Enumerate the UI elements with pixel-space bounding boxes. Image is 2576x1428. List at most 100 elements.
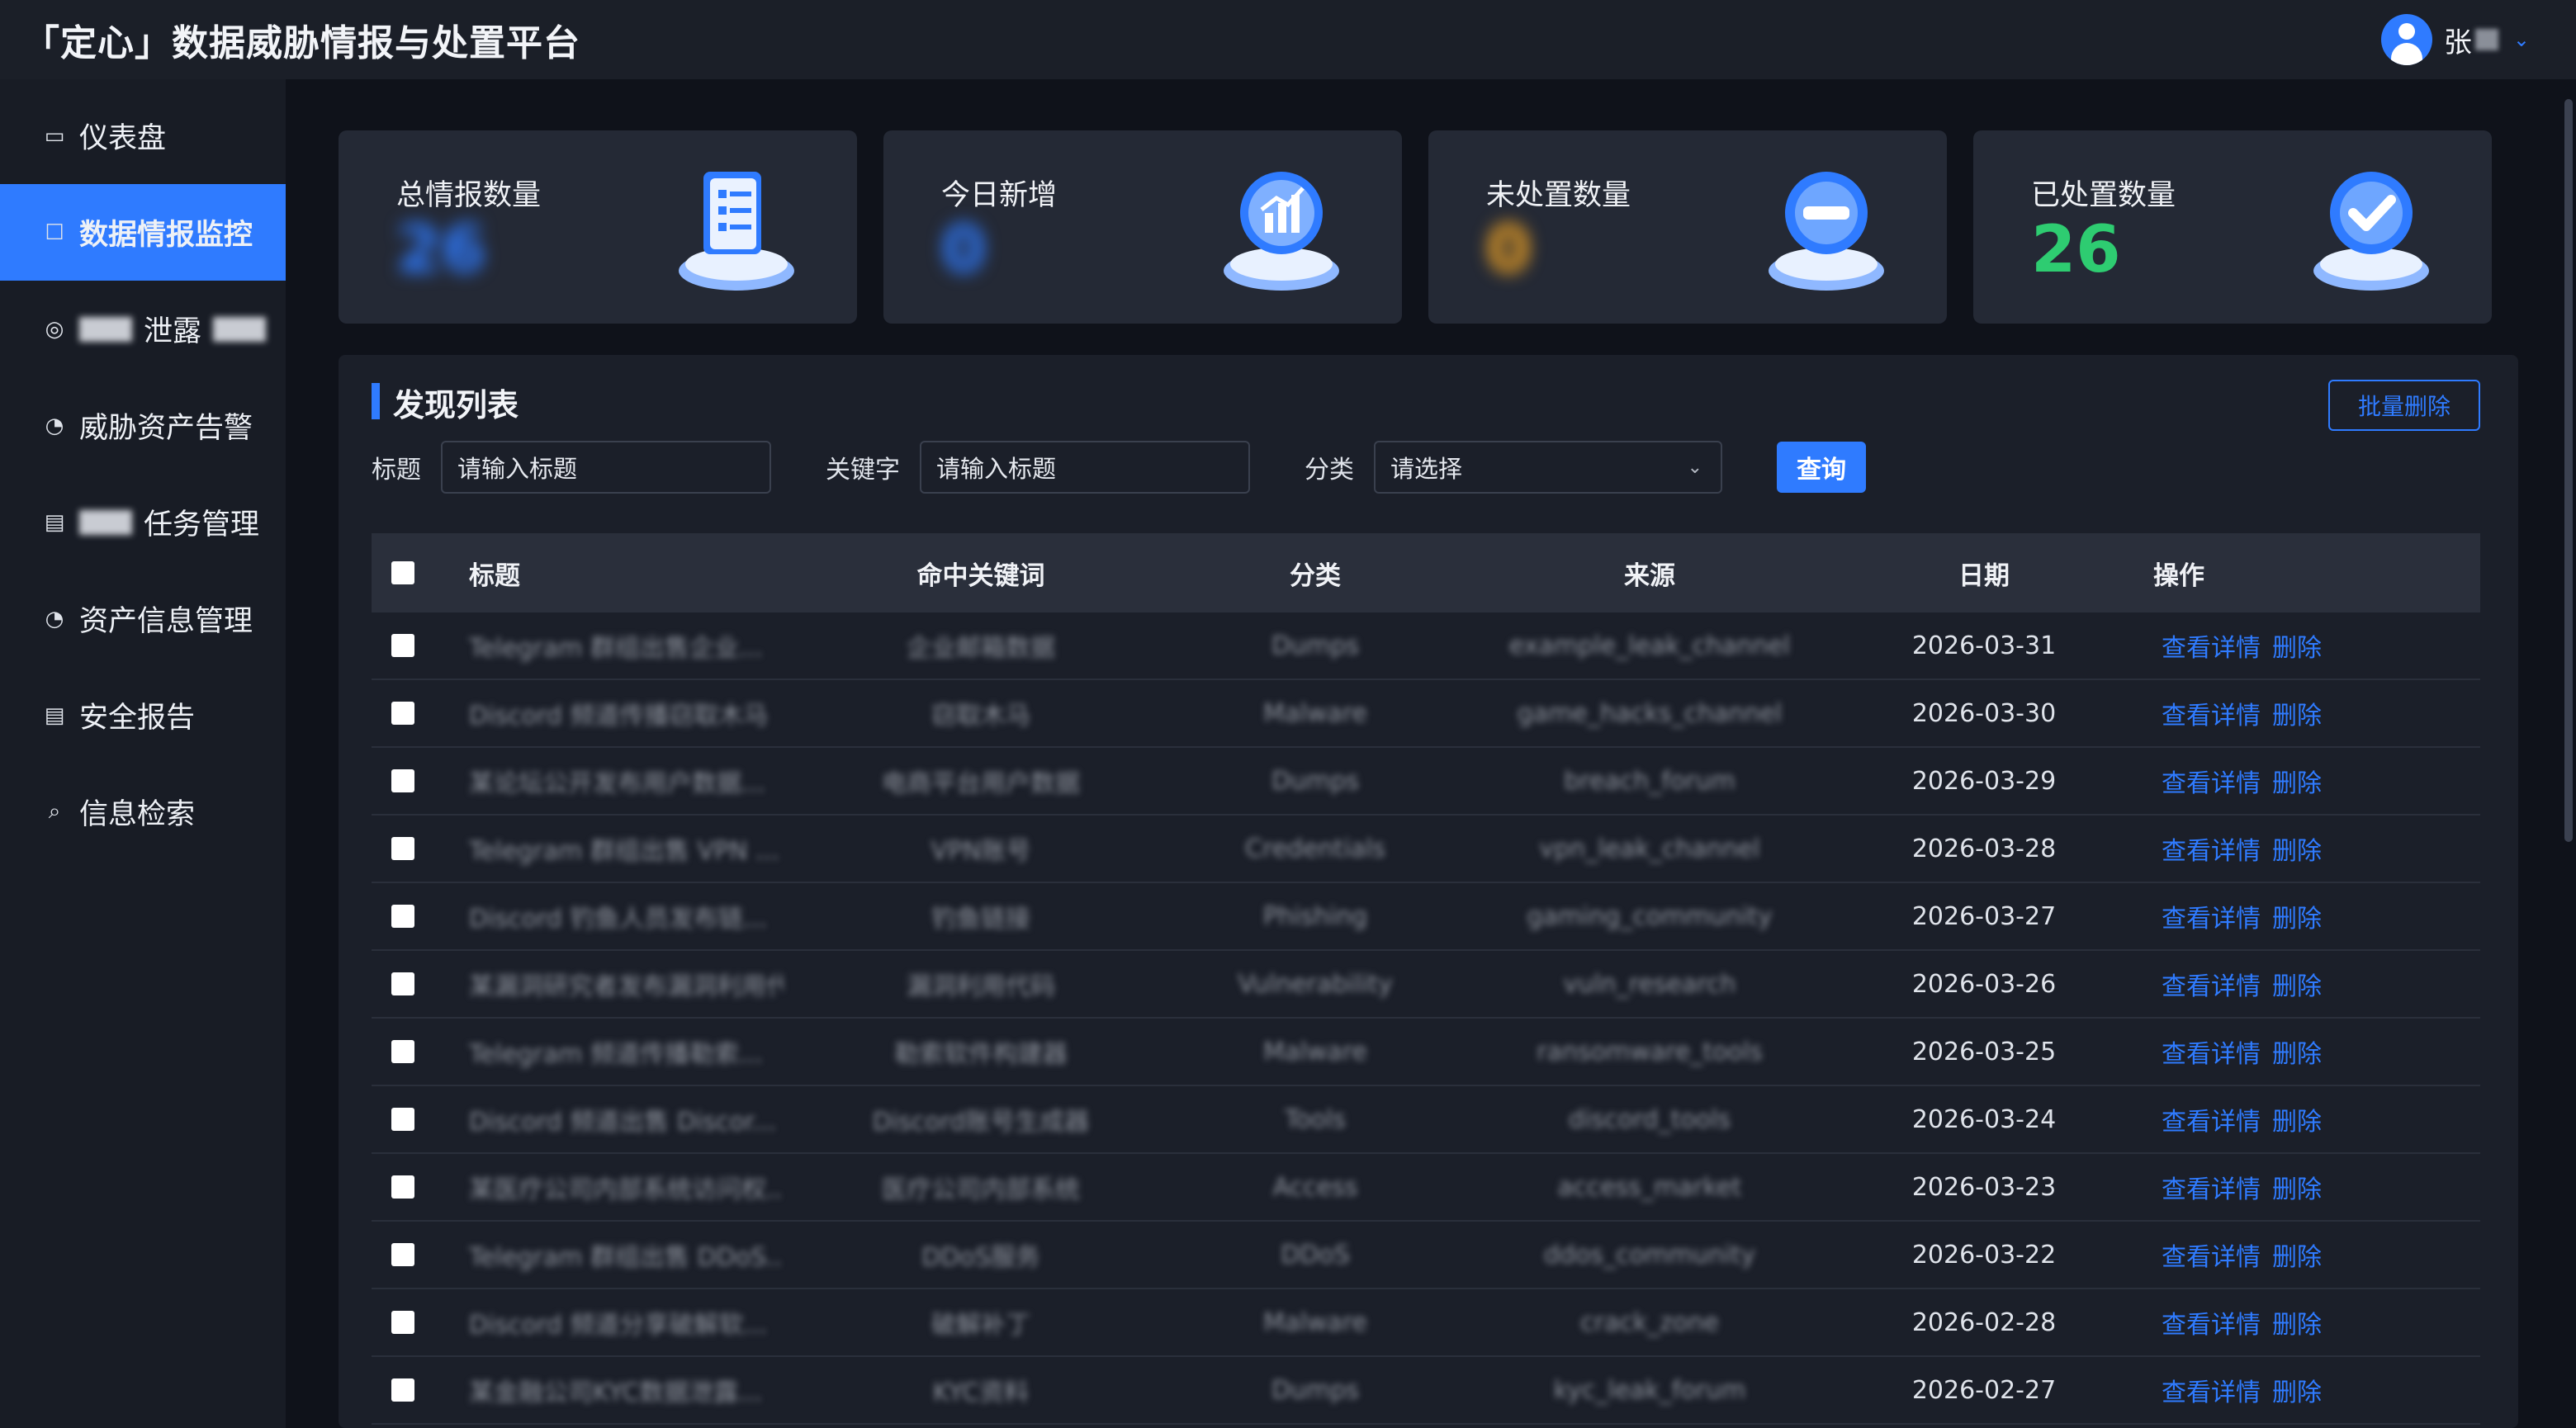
table-row: 某漏洞研究者发布漏洞利用代码 漏洞利用代码 Vulnerability vuln_re…: [372, 951, 2480, 1019]
view-details-link[interactable]: 查看详情: [2162, 837, 2261, 866]
view-details-link[interactable]: 查看详情: [2162, 1243, 2261, 1272]
sidebar-item-asset-info[interactable]: ◔ 资产信息管理: [0, 570, 286, 667]
filter-bar: 标题 请输入标题 关键字 请输入标题 分类 请选择 ⌄ 查询: [372, 441, 1866, 494]
user-avatar-icon[interactable]: [2380, 14, 2432, 65]
column-header-category: 分类: [1290, 560, 1341, 591]
view-details-link[interactable]: 查看详情: [2162, 769, 2261, 798]
table-row: Telegram 群组出售 VPN ... VPN账号 Credentials vpn…: [372, 816, 2480, 883]
view-details-link[interactable]: 查看详情: [2162, 1175, 2261, 1204]
row-check-cell: [372, 972, 469, 995]
view-details-link[interactable]: 查看详情: [2162, 1311, 2261, 1340]
row-actions: 查看详情 删除: [2120, 1304, 2434, 1341]
select-all-checkbox[interactable]: [391, 561, 414, 584]
view-details-link[interactable]: 查看详情: [2162, 1108, 2261, 1137]
stat-value: 0: [1486, 213, 1532, 287]
chart-icon: [1224, 172, 1339, 291]
row-date: 2026-02-27: [1911, 1375, 2057, 1405]
row-checkbox[interactable]: [391, 1040, 414, 1063]
delete-link[interactable]: 删除: [2272, 837, 2322, 866]
row-source: access_market: [1557, 1172, 1742, 1202]
row-check-cell: [372, 1108, 469, 1131]
sidebar: ▭ 仪表盘 ☐ 数据情报监控 ◎ 泄露 ◔ 威胁资产告警 ▤ 任务管理 ◔ 资产…: [0, 79, 286, 1428]
row-checkbox[interactable]: [391, 1175, 414, 1199]
row-title: Telegram 群组出售企业...: [469, 634, 763, 663]
row-source: example_leak_channel: [1508, 631, 1791, 660]
top-header: 「定心」数据威胁情报与处置平台 张 ⌄: [0, 0, 2576, 79]
delete-link[interactable]: 删除: [2272, 972, 2322, 1001]
row-checkbox[interactable]: [391, 1108, 414, 1131]
table-body: Telegram 群组出售企业... 企业邮箱数据 Dumps example_lea…: [372, 612, 2480, 1425]
view-details-link[interactable]: 查看详情: [2162, 1040, 2261, 1069]
row-keyword: KYC资料: [932, 1378, 1030, 1407]
view-details-link[interactable]: 查看详情: [2162, 634, 2261, 663]
sidebar-item-threat-asset-alert[interactable]: ◔ 威胁资产告警: [0, 377, 286, 474]
sidebar-item-data-monitor[interactable]: ☐ 数据情报监控: [0, 184, 286, 281]
redacted-text: [213, 316, 267, 342]
delete-link[interactable]: 删除: [2272, 702, 2322, 731]
row-date: 2026-03-26: [1911, 969, 2057, 999]
stat-value: 26: [2031, 213, 2121, 287]
row-title: 某漏洞研究者发布漏洞利用代码: [469, 972, 783, 1001]
stat-label: 已处置数量: [2031, 179, 2176, 212]
sidebar-item-leak-monitor[interactable]: ◎ 泄露: [0, 281, 286, 377]
page-scrollbar[interactable]: [2559, 79, 2576, 1428]
chevron-down-icon[interactable]: ⌄: [2513, 28, 2530, 51]
delete-link[interactable]: 删除: [2272, 1175, 2322, 1204]
delete-link[interactable]: 删除: [2272, 1243, 2322, 1272]
row-date: 2026-03-30: [1911, 698, 2057, 728]
query-button[interactable]: 查询: [1777, 442, 1866, 493]
row-check-cell: [372, 1311, 469, 1334]
row-checkbox[interactable]: [391, 905, 414, 928]
user-name[interactable]: 张 ⌄: [2444, 20, 2530, 60]
row-checkbox[interactable]: [391, 1378, 414, 1402]
sidebar-item-label: 仪表盘: [79, 122, 167, 155]
row-check-cell: [372, 837, 469, 860]
row-keyword: 漏洞利用代码: [907, 972, 1055, 1001]
delete-link[interactable]: 删除: [2272, 1108, 2322, 1137]
title-filter-input[interactable]: 请输入标题: [441, 441, 771, 494]
sidebar-item-dashboard[interactable]: ▭ 仪表盘: [0, 87, 286, 184]
row-checkbox[interactable]: [391, 972, 414, 995]
row-category: Dumps: [1271, 631, 1359, 660]
delete-link[interactable]: 删除: [2272, 769, 2322, 798]
delete-link[interactable]: 删除: [2272, 1311, 2322, 1340]
select-all-cell: [372, 561, 469, 584]
stat-value: 26: [396, 213, 486, 287]
delete-link[interactable]: 删除: [2272, 1378, 2322, 1407]
view-details-link[interactable]: 查看详情: [2162, 972, 2261, 1001]
sidebar-item-security-report[interactable]: ▤ 安全报告: [0, 667, 286, 764]
stat-card-today-new: 今日新增 0: [883, 130, 1402, 324]
row-date: 2026-02-28: [1911, 1307, 2057, 1337]
row-keyword: 电商平台用户数据: [882, 769, 1080, 798]
sidebar-item-task-management[interactable]: ▤ 任务管理: [0, 474, 286, 570]
view-details-link[interactable]: 查看详情: [2162, 1378, 2261, 1407]
scrollbar-thumb[interactable]: [2564, 99, 2573, 842]
delete-link[interactable]: 删除: [2272, 1040, 2322, 1069]
row-checkbox[interactable]: [391, 1311, 414, 1334]
table-row: Discord 频道分享破解软... 破解补丁 Malware crack_zone 2…: [372, 1289, 2480, 1357]
view-details-link[interactable]: 查看详情: [2162, 702, 2261, 731]
row-keyword: 勒索软件构建器: [894, 1040, 1068, 1069]
row-checkbox[interactable]: [391, 634, 414, 657]
stat-label: 未处置数量: [1486, 179, 1631, 212]
user-menu[interactable]: 张 ⌄: [2380, 14, 2530, 65]
row-checkbox[interactable]: [391, 837, 414, 860]
category-select[interactable]: 请选择 ⌄: [1374, 441, 1722, 494]
sidebar-item-info-search[interactable]: ⌕ 信息检索: [0, 764, 286, 860]
row-checkbox[interactable]: [391, 1243, 414, 1266]
table-header: 标题 命中关键词 分类 来源 日期 操作: [372, 533, 2480, 612]
sidebar-item-label: 信息检索: [79, 798, 196, 831]
row-source: gaming_community: [1527, 901, 1773, 931]
row-checkbox[interactable]: [391, 769, 414, 792]
row-actions: 查看详情 删除: [2120, 763, 2434, 799]
discovery-list-panel: 发现列表 批量删除 标题 请输入标题 关键字 请输入标题 分类 请选择 ⌄ 查询…: [339, 355, 2518, 1428]
keyword-filter-input[interactable]: 请输入标题: [920, 441, 1250, 494]
column-header-actions: 操作: [2153, 560, 2204, 591]
delete-link[interactable]: 删除: [2272, 634, 2322, 663]
view-details-link[interactable]: 查看详情: [2162, 905, 2261, 934]
row-actions: 查看详情 删除: [2120, 1033, 2434, 1070]
batch-delete-button[interactable]: 批量删除: [2328, 380, 2480, 431]
delete-link[interactable]: 删除: [2272, 905, 2322, 934]
row-source: ddos_community: [1543, 1240, 1756, 1270]
row-checkbox[interactable]: [391, 702, 414, 725]
